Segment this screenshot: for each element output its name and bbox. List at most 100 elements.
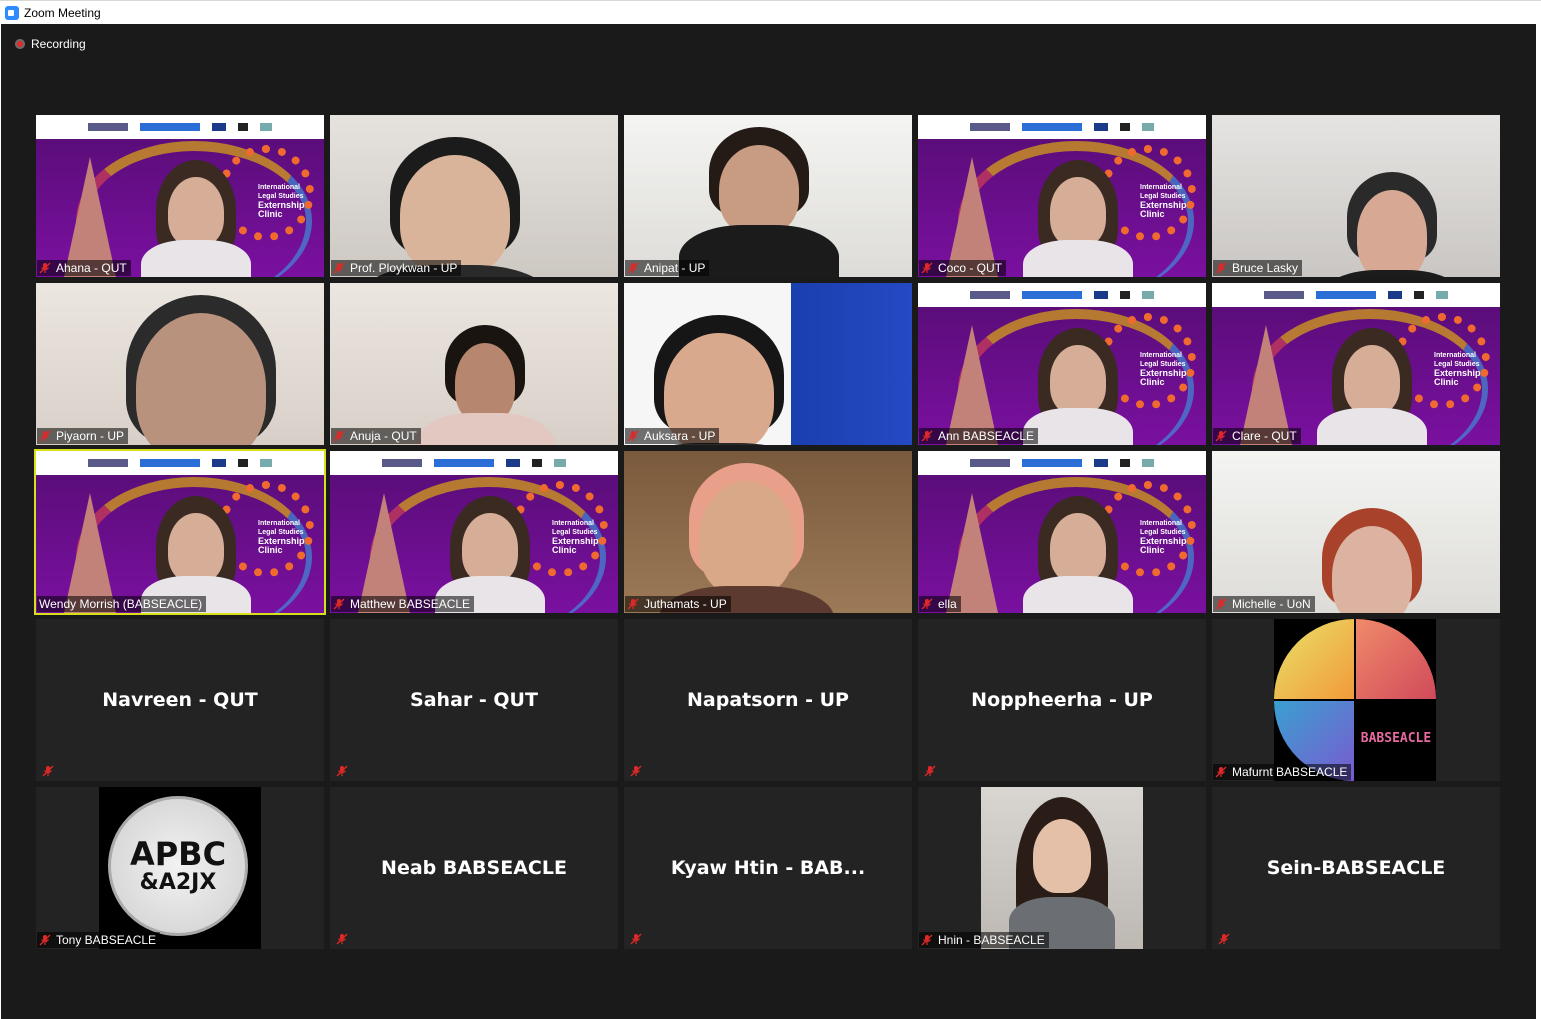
profile-picture (918, 787, 1206, 949)
book-quadrant (1356, 619, 1436, 699)
recording-indicator[interactable]: Recording (15, 37, 86, 51)
pagoda-graphic (1240, 325, 1292, 445)
participant-tile[interactable]: Noppheerha - UP (918, 619, 1206, 781)
mic-muted-icon (1215, 766, 1227, 778)
apbc-badge: APBC &A2JX (108, 796, 248, 936)
apbc-logo-icon: APBC &A2JX (99, 787, 261, 949)
video-feed-virtual-background: International Legal Studies Externship Clin… (36, 115, 324, 277)
participant-tile[interactable]: Kyaw Htin - BAB... (624, 787, 912, 949)
participant-name: Clare - QUT (1232, 429, 1297, 443)
clinic-text-line: Clinic (1140, 545, 1165, 555)
mic-muted-icon (627, 598, 639, 610)
participant-tile[interactable]: International Legal Studies Externship Clin… (36, 115, 324, 277)
video-feed (624, 115, 912, 277)
participant-face (1050, 513, 1106, 583)
mic-muted-icon (39, 262, 51, 274)
participant-name-center: Kyaw Htin - BAB... (670, 857, 866, 879)
participant-name: Michelle - UoN (1232, 597, 1311, 611)
video-feed (36, 283, 324, 445)
clinic-text-line: Clinic (552, 545, 577, 555)
participant-name: Juthamats - UP (644, 597, 727, 611)
participant-tile[interactable]: International Legal Studies Externship Clin… (34, 449, 326, 615)
clinic-banner-text: International Legal Studies Externship Clin… (552, 519, 612, 555)
mic-muted-icon (1215, 598, 1227, 610)
participant-name-tag: Mafurnt BABSEACLE (1213, 764, 1352, 780)
participant-tile[interactable]: Neab BABSEACLE (330, 787, 618, 949)
clinic-text-line: Clinic (1434, 377, 1459, 387)
participant-name-tag: Piyaorn - UP (37, 428, 129, 444)
participant-name: Ahana - QUT (56, 261, 127, 275)
video-feed (330, 115, 618, 277)
sponsor-logos (918, 115, 1206, 139)
participant-name-center: Napatsorn - UP (687, 689, 849, 711)
participant-tile[interactable]: Prof. Ploykwan - UP (330, 115, 618, 277)
participant-face (400, 155, 510, 275)
mic-muted-icon (921, 598, 933, 610)
meeting-window: Recording International Legal Studies Exte… (1, 24, 1536, 1019)
sponsor-logos (1212, 283, 1500, 307)
participant-tile[interactable]: International Legal Studies Externship Clin… (918, 451, 1206, 613)
participant-body (1317, 408, 1427, 445)
participant-face (1050, 177, 1106, 247)
participant-tile[interactable]: Anuja - QUT (330, 283, 618, 445)
participant-name: Prof. Ploykwan - UP (350, 261, 458, 275)
participant-tile[interactable]: Napatsorn - UP (624, 619, 912, 781)
clinic-text-line: International (258, 520, 301, 527)
clinic-text-line: Clinic (1140, 209, 1165, 219)
participant-name-tag: Ahana - QUT (37, 260, 131, 276)
clinic-text-line: International (1140, 520, 1183, 527)
zoom-logo-icon (5, 5, 19, 20)
video-feed (624, 451, 912, 613)
participant-name-tag: Prof. Ploykwan - UP (331, 260, 462, 276)
participant-name: Ann BABSEACLE (938, 429, 1035, 443)
pagoda-graphic (64, 157, 116, 277)
participant-tile[interactable]: International Legal Studies Externship Clin… (330, 451, 618, 613)
video-feed-virtual-background: International Legal Studies Externship Clin… (918, 115, 1206, 277)
participant-name-tag: Michelle - UoN (1213, 596, 1315, 612)
participant-name-tag: Ann BABSEACLE (919, 428, 1039, 444)
participant-tile[interactable]: APBC &A2JX Tony BABSEACLE (36, 787, 324, 949)
mic-muted-icon (39, 430, 51, 442)
participant-tile[interactable]: International Legal Studies Externship Clin… (918, 115, 1206, 277)
video-feed (1212, 115, 1500, 277)
participant-tile[interactable]: International Legal Studies Externship Clin… (918, 283, 1206, 445)
title-bar: Zoom Meeting (0, 0, 1541, 24)
participant-face (719, 145, 799, 235)
participant-tile[interactable]: Navreen - QUT (36, 619, 324, 781)
participant-face (1357, 190, 1427, 277)
participant-tile[interactable]: Piyaorn - UP (36, 283, 324, 445)
recording-label: Recording (31, 37, 86, 51)
participant-name-tag: Juthamats - UP (625, 596, 731, 612)
mic-muted-icon (42, 765, 54, 777)
sponsor-logos (36, 451, 324, 475)
participant-tile[interactable]: Sein-BABSEACLE (1212, 787, 1500, 949)
clinic-text-line: Clinic (258, 209, 283, 219)
participant-body (1023, 408, 1133, 445)
participant-body (1317, 270, 1467, 277)
mic-muted-icon (336, 765, 348, 777)
hnin-photo (981, 787, 1143, 949)
clinic-banner-text: International Legal Studies Externship Clin… (1140, 183, 1200, 219)
pagoda-graphic (946, 493, 998, 613)
mic-muted-icon (1215, 430, 1227, 442)
participant-tile[interactable]: BABSEACLE Mafurnt BABSEACLE (1212, 619, 1500, 781)
participant-face (1050, 345, 1106, 415)
participant-tile[interactable]: International Legal Studies Externship Clin… (1212, 283, 1500, 445)
participant-tile[interactable]: Anipat - UP (624, 115, 912, 277)
profile-picture: BABSEACLE (1212, 619, 1500, 781)
participant-name-center: Sahar - QUT (410, 689, 538, 711)
participant-tile[interactable]: Hnin - BABSEACLE (918, 787, 1206, 949)
participant-name-tag: Clare - QUT (1213, 428, 1301, 444)
babseacle-logo-icon: BABSEACLE (1274, 619, 1436, 781)
participant-name-tag: Anipat - UP (625, 260, 710, 276)
participant-tile[interactable]: Sahar - QUT (330, 619, 618, 781)
participant-name: Auksara - UP (644, 429, 716, 443)
participant-tile[interactable]: Michelle - UoN (1212, 451, 1500, 613)
participant-name-tag: Anuja - QUT (331, 428, 421, 444)
participant-tile[interactable]: Juthamats - UP (624, 451, 912, 613)
participant-name: Tony BABSEACLE (56, 933, 157, 947)
mic-muted-icon (627, 430, 639, 442)
participant-tile[interactable]: Bruce Lasky (1212, 115, 1500, 277)
video-feed-virtual-background: International Legal Studies Externship Clin… (36, 451, 324, 613)
participant-tile[interactable]: Auksara - UP (624, 283, 912, 445)
